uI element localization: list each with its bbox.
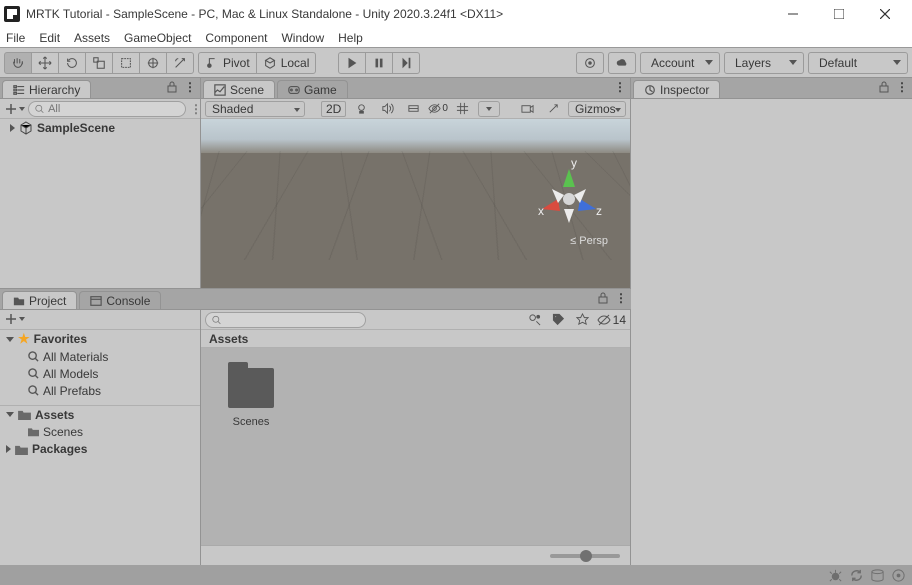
svg-text:z: z bbox=[596, 204, 602, 218]
project-tab[interactable]: Project bbox=[2, 291, 77, 309]
console-tab[interactable]: Console bbox=[79, 291, 161, 309]
save-search-button[interactable] bbox=[573, 312, 593, 328]
asset-zoom-slider[interactable] bbox=[550, 554, 620, 558]
local-toggle-button[interactable]: Local bbox=[256, 52, 317, 74]
scene-hidden-toggle[interactable]: 0 bbox=[428, 101, 448, 117]
transform-tool-button[interactable] bbox=[139, 52, 167, 74]
window-maximize-button[interactable] bbox=[816, 0, 862, 28]
status-bar bbox=[0, 565, 912, 585]
layers-dropdown[interactable]: Layers bbox=[724, 52, 804, 74]
packages-root[interactable]: Packages bbox=[0, 440, 200, 458]
menu-window[interactable]: Window bbox=[281, 31, 324, 45]
project-panel-menu[interactable]: ⋮ bbox=[615, 291, 627, 305]
layout-dropdown[interactable]: Default bbox=[808, 52, 908, 74]
rect-tool-button[interactable] bbox=[112, 52, 140, 74]
hierarchy-search-menu[interactable]: ⋮ bbox=[190, 102, 200, 116]
inspector-tabrow: Inspector ⋮ bbox=[631, 78, 912, 98]
scene-fx-toggle[interactable] bbox=[402, 101, 424, 117]
main-toolbar: Pivot Local Account Layers Default bbox=[0, 48, 912, 78]
hierarchy-search-input[interactable] bbox=[28, 101, 186, 117]
play-button[interactable] bbox=[338, 52, 366, 74]
scale-tool-button[interactable] bbox=[85, 52, 113, 74]
project-tabrow: Project Console ⋮ bbox=[0, 289, 631, 309]
panel-menu-icon[interactable]: ⋮ bbox=[184, 80, 196, 94]
svg-text:y: y bbox=[571, 159, 577, 170]
search-by-type-button[interactable] bbox=[525, 312, 545, 328]
status-cache-icon[interactable] bbox=[870, 568, 885, 583]
custom-tools-button[interactable] bbox=[166, 52, 194, 74]
scene-projection-label[interactable]: Persp bbox=[570, 235, 608, 247]
menu-help[interactable]: Help bbox=[338, 31, 363, 45]
svg-text:x: x bbox=[538, 204, 544, 218]
scene-tab[interactable]: Scene bbox=[203, 80, 275, 98]
project-breadcrumb[interactable]: Assets bbox=[201, 330, 630, 348]
rotate-tool-button[interactable] bbox=[58, 52, 86, 74]
assets-root[interactable]: Assets bbox=[0, 405, 200, 423]
hand-tool-button[interactable] bbox=[4, 52, 32, 74]
unity-logo-icon bbox=[4, 6, 20, 22]
scene-camera-button[interactable] bbox=[516, 101, 538, 117]
menu-component[interactable]: Component bbox=[205, 31, 267, 45]
project-search-input[interactable] bbox=[205, 312, 366, 328]
pivot-toggle-button[interactable]: Pivot bbox=[198, 52, 257, 74]
asset-folder-scenes[interactable]: Scenes bbox=[221, 368, 281, 428]
scene-tools-button[interactable] bbox=[542, 101, 564, 117]
lock-icon bbox=[597, 292, 609, 304]
window-titlebar: MRTK Tutorial - SampleScene - PC, Mac & … bbox=[0, 0, 912, 28]
favorite-item[interactable]: All Materials bbox=[0, 348, 200, 365]
window-title: MRTK Tutorial - SampleScene - PC, Mac & … bbox=[26, 7, 503, 21]
search-by-label-button[interactable] bbox=[549, 312, 569, 328]
step-button[interactable] bbox=[392, 52, 420, 74]
scene-grid-options[interactable] bbox=[478, 101, 500, 117]
cloud-button[interactable] bbox=[608, 52, 636, 74]
scene-audio-toggle[interactable] bbox=[376, 101, 398, 117]
scene-grid-toggle[interactable] bbox=[452, 101, 474, 117]
pause-button[interactable] bbox=[365, 52, 393, 74]
scene-shading-dropdown[interactable]: Shaded bbox=[205, 101, 305, 117]
scene-2d-toggle[interactable]: 2D bbox=[321, 101, 346, 117]
hierarchy-tabrow: Hierarchy ⋮ bbox=[0, 78, 200, 98]
scene-panel-menu[interactable]: ⋮ bbox=[614, 80, 626, 94]
menu-assets[interactable]: Assets bbox=[74, 31, 110, 45]
folder-icon bbox=[228, 368, 274, 408]
scene-viewport[interactable]: x y z Persp bbox=[201, 119, 630, 288]
expand-arrow-icon[interactable] bbox=[10, 124, 15, 132]
hidden-assets-count[interactable]: 14 bbox=[597, 313, 626, 327]
project-create-button[interactable] bbox=[0, 310, 28, 328]
inspector-panel-menu[interactable]: ⋮ bbox=[896, 80, 908, 94]
favorite-item[interactable]: All Models bbox=[0, 365, 200, 382]
hierarchy-tab[interactable]: Hierarchy bbox=[2, 80, 91, 98]
scene-gizmos-dropdown[interactable]: Gizmos bbox=[568, 101, 626, 117]
status-activity-icon[interactable] bbox=[891, 568, 906, 583]
menu-bar: File Edit Assets GameObject Component Wi… bbox=[0, 28, 912, 48]
inspector-tab[interactable]: Inspector bbox=[633, 80, 720, 98]
star-icon: ★ bbox=[18, 331, 30, 347]
axis-gizmo[interactable]: x y z bbox=[534, 159, 604, 229]
move-tool-button[interactable] bbox=[31, 52, 59, 74]
hierarchy-create-button[interactable] bbox=[0, 100, 28, 118]
window-close-button[interactable] bbox=[862, 0, 908, 28]
scene-toolbar: Shaded 2D 0 bbox=[201, 99, 630, 119]
menu-edit[interactable]: Edit bbox=[39, 31, 60, 45]
lock-icon bbox=[166, 81, 178, 93]
hierarchy-root-item[interactable]: SampleScene bbox=[0, 119, 200, 137]
assets-child-scenes[interactable]: Scenes bbox=[0, 423, 200, 440]
menu-file[interactable]: File bbox=[6, 31, 25, 45]
collab-button[interactable] bbox=[576, 52, 604, 74]
account-dropdown[interactable]: Account bbox=[640, 52, 720, 74]
status-bug-icon[interactable] bbox=[828, 568, 843, 583]
lock-icon bbox=[878, 81, 890, 93]
favorite-item[interactable]: All Prefabs bbox=[0, 382, 200, 399]
unity-scene-icon bbox=[19, 121, 33, 135]
status-autorefresh-icon[interactable] bbox=[849, 568, 864, 583]
favorites-header[interactable]: ★Favorites bbox=[0, 330, 200, 348]
window-minimize-button[interactable] bbox=[770, 0, 816, 28]
inspector-body bbox=[631, 98, 912, 565]
asset-grid[interactable]: Scenes bbox=[201, 348, 630, 545]
menu-gameobject[interactable]: GameObject bbox=[124, 31, 191, 45]
scene-lighting-toggle[interactable] bbox=[350, 101, 372, 117]
scene-tabrow: Scene Game ⋮ bbox=[201, 78, 630, 98]
game-tab[interactable]: Game bbox=[277, 80, 348, 98]
